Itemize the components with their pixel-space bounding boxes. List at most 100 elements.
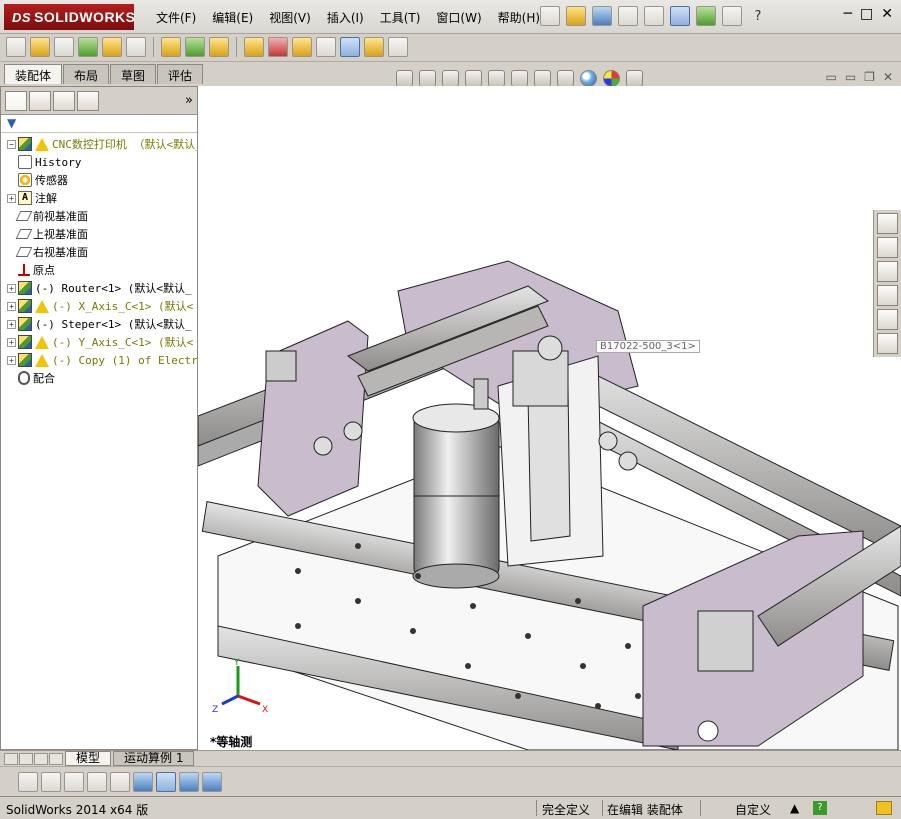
tree-item[interactable]: 上视基准面 [1,225,197,243]
dynamic-annotation-icon[interactable] [488,70,505,87]
tree-item[interactable]: 右视基准面 [1,243,197,261]
expand-toggle-icon[interactable]: + [7,319,16,329]
edit-appearance-icon[interactable] [580,70,597,87]
bill-of-materials-icon[interactable] [268,37,288,57]
zoom-to-area-icon[interactable] [419,70,436,87]
expand-toggle-icon[interactable]: + [7,301,16,311]
design-library-icon[interactable] [877,237,898,258]
cnc-assembly-model[interactable] [198,86,901,750]
rebuild-icon[interactable] [696,6,716,26]
expand-toggle-icon[interactable]: + [7,355,16,365]
tab-motion-study[interactable]: 运动算例 1 [113,751,195,766]
minimize-button[interactable]: ─ [844,6,852,22]
save-icon[interactable] [592,6,612,26]
appearances-icon[interactable] [877,309,898,330]
solidworks-logo[interactable]: DS SOLIDWORKS [4,4,135,30]
prev-tab-icon[interactable] [19,752,33,765]
viewport-link-icon[interactable]: ▭ [845,70,856,84]
menu-insert[interactable]: 插入(I) [319,9,372,26]
tree-item[interactable]: + (-) Copy (1) of Electro [1,351,197,369]
property-manager-tab-icon[interactable] [29,90,51,111]
expand-toggle-icon[interactable]: + [7,337,16,347]
tag-icon[interactable] [876,801,892,815]
view-palette-icon[interactable] [877,285,898,306]
tab-assembly[interactable]: 装配体 [4,64,63,84]
file-explorer-icon[interactable] [877,261,898,282]
edit-component-icon[interactable] [6,37,26,57]
feature-manager-tab-icon[interactable] [5,90,27,111]
previous-view-icon[interactable] [442,70,459,87]
restore-button[interactable]: □ [860,6,873,22]
tree-item[interactable]: + A 注解 [1,189,197,207]
mate-icon[interactable] [54,37,74,57]
smart-fasteners-icon[interactable] [102,37,122,57]
four-view-icon[interactable] [202,772,222,792]
menu-file[interactable]: 文件(F) [148,9,204,26]
undo-icon[interactable] [644,6,664,26]
reference-geometry-icon[interactable] [209,37,229,57]
display-manager-tab-icon[interactable] [77,90,99,111]
print-icon[interactable] [618,6,638,26]
status-units-dropdown[interactable]: 自定义 [735,801,771,818]
last-tab-icon[interactable] [49,752,63,765]
menu-window[interactable]: 窗口(W) [428,9,489,26]
select-cursor-icon[interactable] [670,6,690,26]
new-document-icon[interactable] [540,6,560,26]
menu-edit[interactable]: 编辑(E) [204,9,261,26]
snapshot-icon[interactable] [388,37,408,57]
expand-toggle-icon[interactable]: + [7,193,16,203]
apply-scene-icon[interactable] [603,70,620,87]
next-tab-icon[interactable] [34,752,48,765]
wireframe-icon[interactable] [87,772,107,792]
isometric-icon[interactable] [156,772,176,792]
viewport-split-icon[interactable]: ▭ [825,70,836,84]
tree-item[interactable]: 传感器 [1,171,197,189]
menu-view[interactable]: 视图(V) [261,9,319,26]
help-button[interactable]: ? [748,6,768,26]
units-chevron-icon[interactable]: ▲ [790,801,799,815]
configuration-manager-tab-icon[interactable] [53,90,75,111]
shaded-edges-icon[interactable] [41,772,61,792]
first-tab-icon[interactable] [4,752,18,765]
tree-item[interactable]: History [1,153,197,171]
instant3d-icon[interactable] [340,37,360,57]
tree-item[interactable]: + (-) X_Axis_C<1> (默认< [1,297,197,315]
tab-model[interactable]: 模型 [65,751,112,766]
tree-item[interactable]: + (-) Steper<1> (默认<默认_ [1,315,197,333]
custom-properties-icon[interactable] [877,333,898,354]
tree-item[interactable]: 前视基准面 [1,207,197,225]
menu-tools[interactable]: 工具(T) [372,9,429,26]
close-button[interactable]: ✕ [881,6,893,22]
section-view-icon[interactable] [465,70,482,87]
tab-evaluate[interactable]: 评估 [157,64,204,84]
tree-item[interactable]: 原点 [1,261,197,279]
new-motion-study-icon[interactable] [244,37,264,57]
tree-item[interactable]: 配合 [1,369,197,387]
tree-item[interactable]: + (-) Y_Axis_C<1> (默认< [1,333,197,351]
view-settings-icon[interactable] [626,70,643,87]
shaded-icon[interactable] [18,772,38,792]
insert-component-icon[interactable] [30,37,50,57]
hidden-lines-icon[interactable] [64,772,84,792]
display-style-icon[interactable] [534,70,551,87]
viewport-restore-icon[interactable]: ❐ [864,70,875,84]
tree-item[interactable]: + (-) Router<1> (默认<默认_ [1,279,197,297]
panel-more-icon[interactable]: » [185,93,193,108]
home-icon[interactable] [877,213,898,234]
section-icon[interactable] [110,772,130,792]
options-gear-icon[interactable] [722,6,742,26]
hide-show-items-icon[interactable] [557,70,574,87]
open-folder-icon[interactable] [566,6,586,26]
zoom-to-fit-icon[interactable] [396,70,413,87]
expand-toggle-icon[interactable]: − [7,139,16,149]
explode-line-icon[interactable] [316,37,336,57]
tree-item[interactable]: − CNC数控打印机 （默认<默认_ [1,135,197,153]
assembly-features-icon[interactable] [185,37,205,57]
tab-sketch[interactable]: 草图 [110,64,157,84]
linear-pattern-icon[interactable] [78,37,98,57]
expand-toggle-icon[interactable]: + [7,283,16,293]
move-component-icon[interactable] [126,37,146,57]
perspective-icon[interactable] [133,772,153,792]
tab-layout[interactable]: 布局 [63,64,110,84]
view-orientation-icon[interactable] [511,70,528,87]
